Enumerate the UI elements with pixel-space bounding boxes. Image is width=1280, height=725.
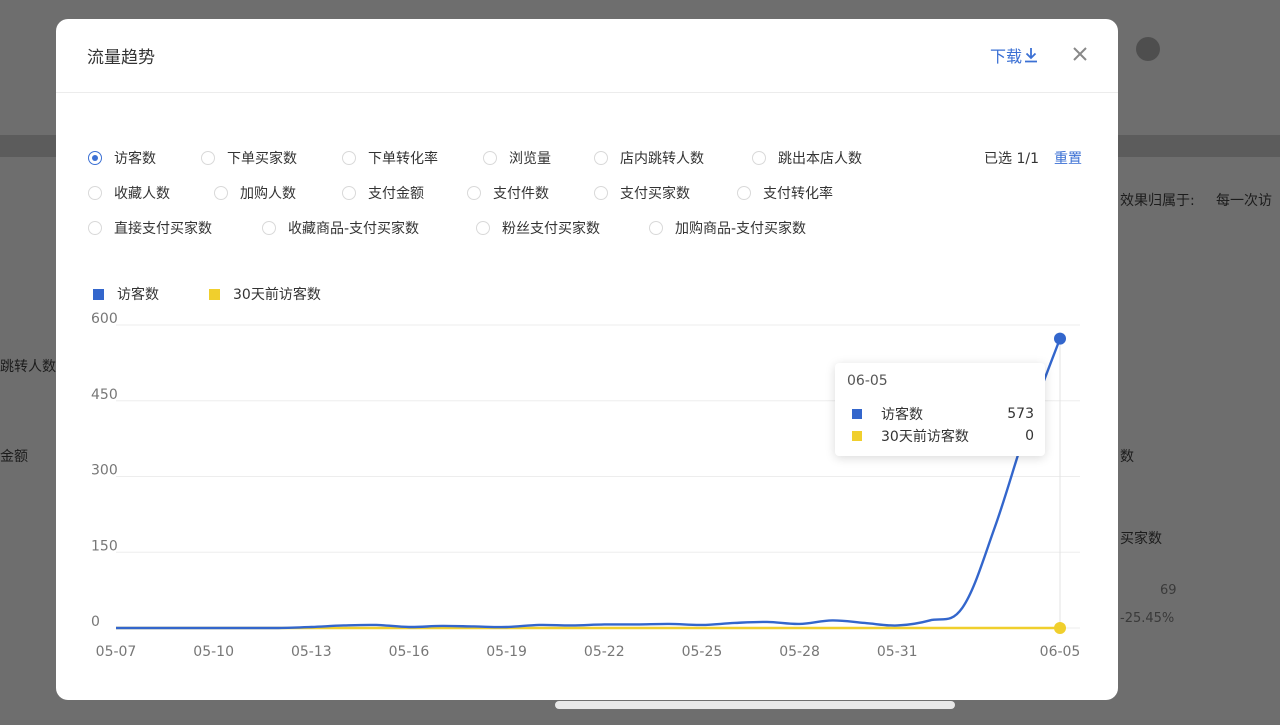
tooltip-value-visitors: 573 [1007, 406, 1034, 422]
background-attribution-label: 效果归属于: [1120, 193, 1195, 209]
series-point [1054, 622, 1066, 634]
y-tick-label: 600 [91, 311, 118, 327]
tooltip-row-visitors-30d-ago: 30天前访客数 0 [852, 426, 1034, 446]
x-tick-label: 05-07 [96, 644, 137, 660]
y-tick-label: 0 [91, 614, 100, 630]
x-tick-label: 05-22 [584, 644, 625, 660]
x-tick-label: 06-05 [1040, 644, 1081, 660]
tooltip-value-visitors-30d-ago: 0 [1025, 428, 1034, 444]
x-tick-label: 05-19 [486, 644, 527, 660]
traffic-trend-modal: 流量趋势 下载 已选 1/1 重置 访客数 下单买家数 下单转化率 浏览量 店内跳转人数… [56, 19, 1118, 700]
tooltip-swatch-visitors-30d-ago [852, 431, 862, 441]
background-buyers-value: 69 [1160, 583, 1177, 598]
x-tick-label: 05-13 [291, 644, 332, 660]
x-tick-label: 05-28 [779, 644, 820, 660]
background-count-suffix: 数 [1120, 449, 1134, 465]
y-tick-label: 450 [91, 387, 118, 403]
tooltip-swatch-visitors [852, 409, 862, 419]
chart-tooltip: 06-05 访客数 573 30天前访客数 0 [835, 363, 1045, 456]
background-avatar [1136, 37, 1160, 61]
background-label-jump: 跳转人数 [0, 359, 56, 375]
line-chart: 015030045060005-07 05-10 05-13 05-16 05-19 05… [91, 311, 1081, 660]
background-label-amount: 金额 [0, 449, 28, 465]
y-tick-label: 300 [91, 463, 118, 479]
tooltip-date: 06-05 [847, 373, 888, 389]
y-tick-label: 150 [91, 538, 118, 554]
series-point [1054, 332, 1066, 345]
background-attribution-value: 每一次访 [1216, 193, 1272, 209]
background-buyers-label: 买家数 [1120, 531, 1162, 547]
x-tick-label: 05-25 [682, 644, 723, 660]
background-buyers-change: -25.45% [1120, 611, 1175, 626]
x-tick-label: 05-16 [389, 644, 430, 660]
x-tick-label: 05-31 [877, 644, 918, 660]
tooltip-row-visitors: 访客数 573 [852, 404, 1034, 424]
horizontal-scrollbar[interactable] [555, 701, 955, 709]
tooltip-name-visitors: 访客数 [881, 407, 923, 423]
tooltip-name-visitors-30d-ago: 30天前访客数 [881, 429, 969, 445]
x-tick-label: 05-10 [193, 644, 234, 660]
